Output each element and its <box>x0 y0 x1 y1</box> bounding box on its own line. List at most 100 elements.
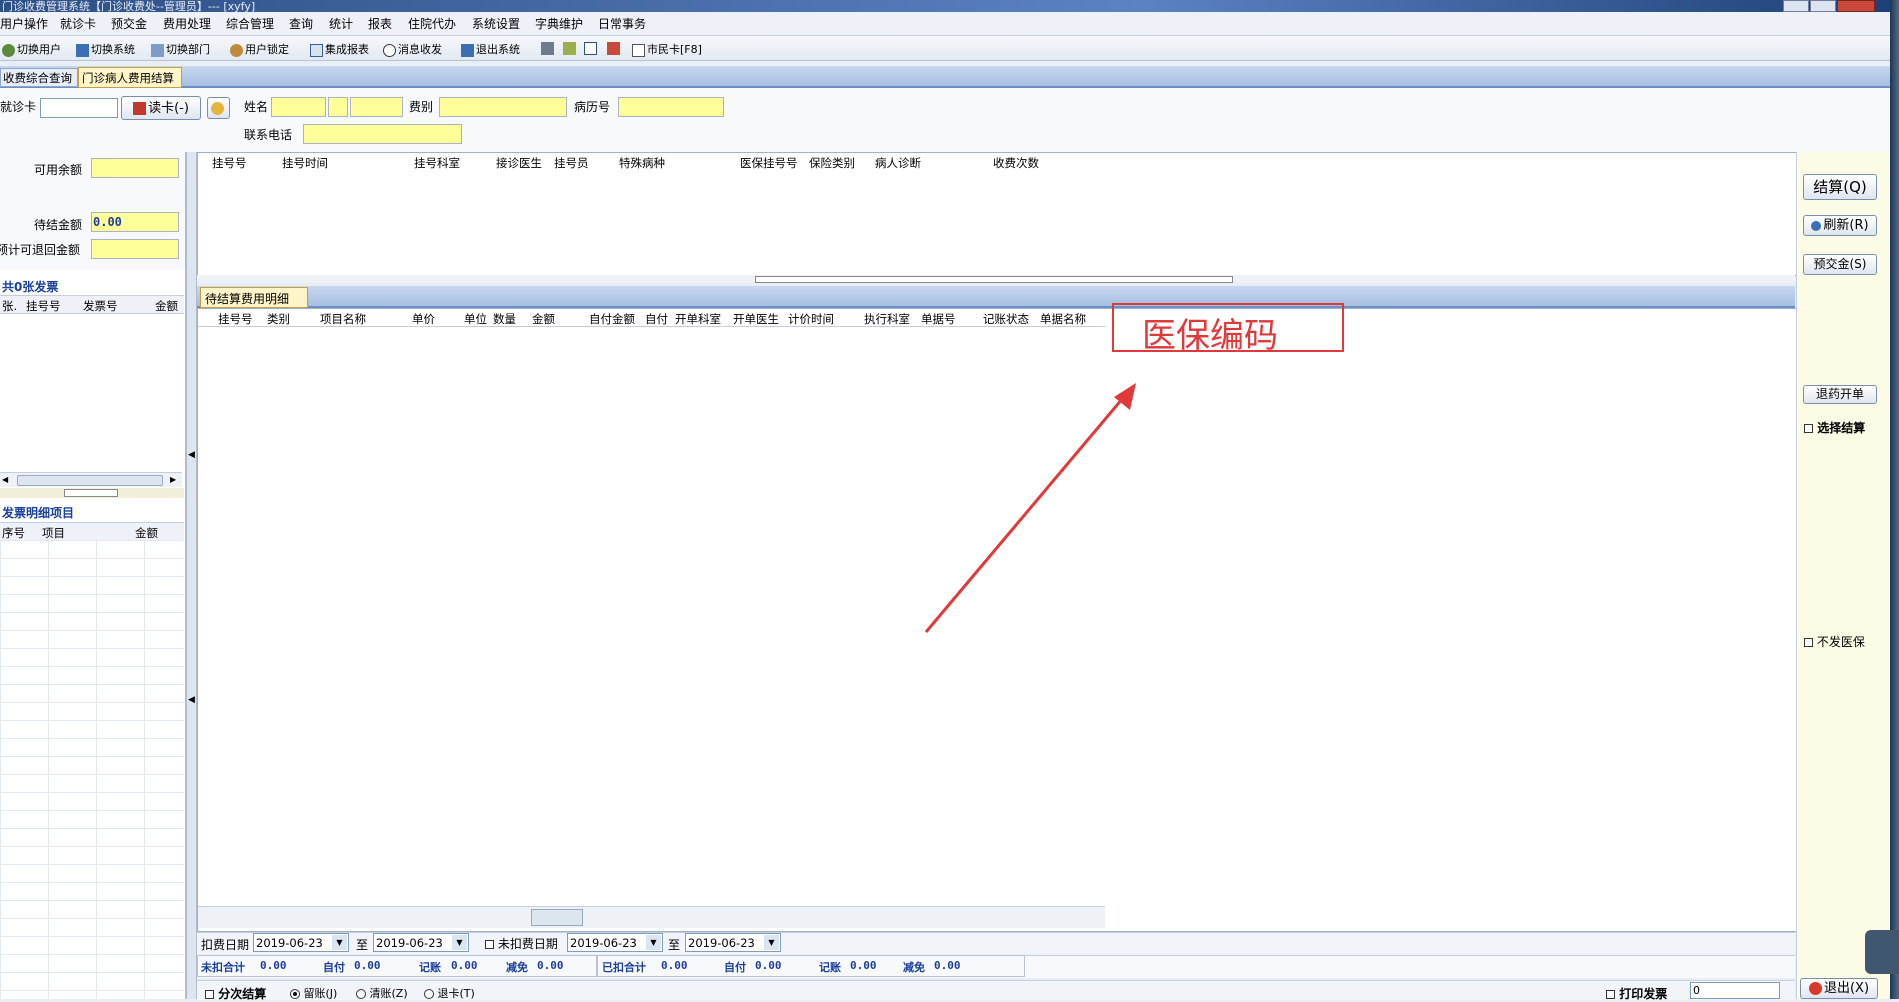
fee-col-account-status: 记账状态 <box>983 312 1029 326</box>
scroll-thumb[interactable] <box>17 475 163 486</box>
invoice-hscrollbar[interactable]: ◀ ▶ <box>0 472 182 487</box>
dropdown-arrow-icon[interactable]: ▼ <box>646 935 661 950</box>
exit-system-button[interactable]: 退出系统 <box>461 41 520 57</box>
annotation-box: 医保编码 <box>1112 303 1344 356</box>
search-icon <box>211 102 224 115</box>
switch-dept-button[interactable]: 切换部门 <box>151 41 210 57</box>
menu-manage[interactable]: 综合管理 <box>226 15 274 32</box>
menu-daily[interactable]: 日常事务 <box>598 15 646 32</box>
print-invoice-checkbox[interactable]: 打印发票 <box>1606 985 1667 1002</box>
document-icon <box>632 43 645 57</box>
deduct-date-from[interactable]: 2019-06-23 ▼ <box>253 933 349 952</box>
deducted-total-label: 已扣合计 <box>602 961 646 974</box>
tab-pending-detail[interactable]: 待结算费用明细 <box>200 287 308 308</box>
check-tool-button[interactable] <box>584 41 599 55</box>
checkbox-icon <box>584 41 597 55</box>
select-settle-checkbox[interactable]: 选择结算 <box>1804 419 1865 436</box>
card-tool-button[interactable] <box>607 41 622 55</box>
fee-col-item: 项目名称 <box>320 312 366 326</box>
card-input[interactable] <box>40 98 118 118</box>
menu-query[interactable]: 查询 <box>289 15 313 32</box>
exit-icon <box>461 43 474 57</box>
fee-col-bill-name: 单据名称 <box>1040 312 1086 326</box>
menu-user[interactable]: 用户操作 <box>0 15 48 32</box>
reg-col-no: 挂号号 <box>212 156 247 170</box>
vertical-splitter[interactable]: ◀ ◀ <box>186 152 197 999</box>
search-card-button[interactable] <box>207 97 230 119</box>
fee-col-price: 单价 <box>412 312 435 326</box>
switch-user-button[interactable]: 切换用户 <box>2 41 61 57</box>
prepay-button[interactable]: 预交金(S) <box>1803 254 1877 275</box>
read-card-button[interactable]: 读卡(-) <box>121 96 201 120</box>
fee-col-exec-dept: 执行科室 <box>864 312 910 326</box>
fee-scroll-thumb[interactable] <box>531 909 583 926</box>
checkbox-icon <box>1606 990 1615 999</box>
invoice-count-title: 共0张发票 <box>2 280 59 294</box>
refresh-icon <box>1811 220 1822 231</box>
age-field[interactable] <box>350 97 403 117</box>
fee-col-reg: 挂号号 <box>218 312 253 326</box>
report-icon <box>310 43 323 57</box>
scroll-left-arrow[interactable]: ◀ <box>2 475 8 484</box>
no-insurance-checkbox[interactable]: 不发医保 <box>1804 633 1865 650</box>
undeducted-date-from[interactable]: 2019-06-23 ▼ <box>567 933 663 952</box>
dropdown-arrow-icon[interactable]: ▼ <box>452 935 467 950</box>
selfpay-value: 0.00 <box>354 959 381 972</box>
fee-col-qty: 数量 <box>493 312 516 326</box>
message-button[interactable]: 消息收发 <box>383 41 442 57</box>
scissors-tool-button[interactable] <box>563 41 578 55</box>
split-settle-checkbox[interactable]: 分次结算 <box>205 985 266 1002</box>
name-field[interactable] <box>271 97 326 117</box>
dropdown-arrow-icon[interactable]: ▼ <box>332 935 347 950</box>
detail-col-amount: 金额 <box>135 526 158 540</box>
reduced-label: 减免 <box>506 961 528 974</box>
fee-col-order-doctor: 开单医生 <box>733 312 779 326</box>
citizen-card-button[interactable]: 市民卡[F8] <box>632 41 702 57</box>
menu-card[interactable]: 就诊卡 <box>60 15 96 32</box>
undeducted-date-checkbox[interactable]: 未扣费日期 <box>485 935 558 952</box>
minimize-button[interactable] <box>1783 0 1809 12</box>
fee-col-selfpay-amount: 自付金额 <box>589 312 635 326</box>
deduct-date-to[interactable]: 2019-06-23 ▼ <box>373 933 469 952</box>
phone-label: 联系电话 <box>244 128 293 142</box>
refresh-button[interactable]: 刷新(R) <box>1803 215 1877 236</box>
dropdown-arrow-icon[interactable]: ▼ <box>764 935 779 950</box>
left-splitter[interactable] <box>0 488 184 498</box>
scroll-right-arrow[interactable]: ▶ <box>170 475 176 484</box>
annotation-arrow <box>924 383 1136 633</box>
detail-col-item: 项目 <box>42 526 65 540</box>
menu-settings[interactable]: 系统设置 <box>472 15 520 32</box>
return-drug-button[interactable]: 退药开单 <box>1803 385 1877 404</box>
menu-inpatient[interactable]: 住院代办 <box>408 15 456 32</box>
menu-stats[interactable]: 统计 <box>329 15 353 32</box>
reduced-value-2: 0.00 <box>934 959 961 972</box>
side-widget[interactable] <box>1865 930 1899 974</box>
fee-type-field[interactable] <box>439 97 567 117</box>
user-lock-button[interactable]: 用户锁定 <box>230 41 289 57</box>
maximize-button[interactable] <box>1810 0 1836 12</box>
exit-button[interactable]: 退出(X) <box>1800 978 1878 999</box>
tab-fee-query[interactable]: 收费综合查询 <box>0 68 78 87</box>
report-button[interactable]: 集成报表 <box>310 41 369 57</box>
menu-prepay[interactable]: 预交金 <box>111 15 147 32</box>
menu-dictionary[interactable]: 字典维护 <box>535 15 583 32</box>
edit-tool-button[interactable] <box>541 41 556 55</box>
invoice-col-no: 张. <box>2 299 18 313</box>
switch-system-button[interactable]: 切换系统 <box>76 41 135 57</box>
sex-field[interactable] <box>328 97 348 117</box>
settle-button[interactable]: 结算(Q) <box>1803 174 1877 200</box>
tab-settlement[interactable]: 门诊病人费用结算 <box>78 67 182 88</box>
annotation-label: 医保编码 <box>1142 316 1278 356</box>
record-no-field[interactable] <box>618 97 724 117</box>
close-button[interactable] <box>1837 0 1875 12</box>
reg-col-insurance-no: 医保挂号号 <box>740 156 798 170</box>
phone-field[interactable] <box>303 124 462 144</box>
undeducted-date-to[interactable]: 2019-06-23 ▼ <box>685 933 781 952</box>
menu-fee[interactable]: 费用处理 <box>163 15 211 32</box>
menu-report[interactable]: 报表 <box>368 15 392 32</box>
print-count-input[interactable]: 0 <box>1690 982 1780 999</box>
horizontal-splitter[interactable] <box>197 275 1795 283</box>
fee-grid-hscrollbar[interactable] <box>198 906 1105 928</box>
invoice-col-amount: 金额 <box>155 299 178 313</box>
to-label: 至 <box>356 938 369 952</box>
